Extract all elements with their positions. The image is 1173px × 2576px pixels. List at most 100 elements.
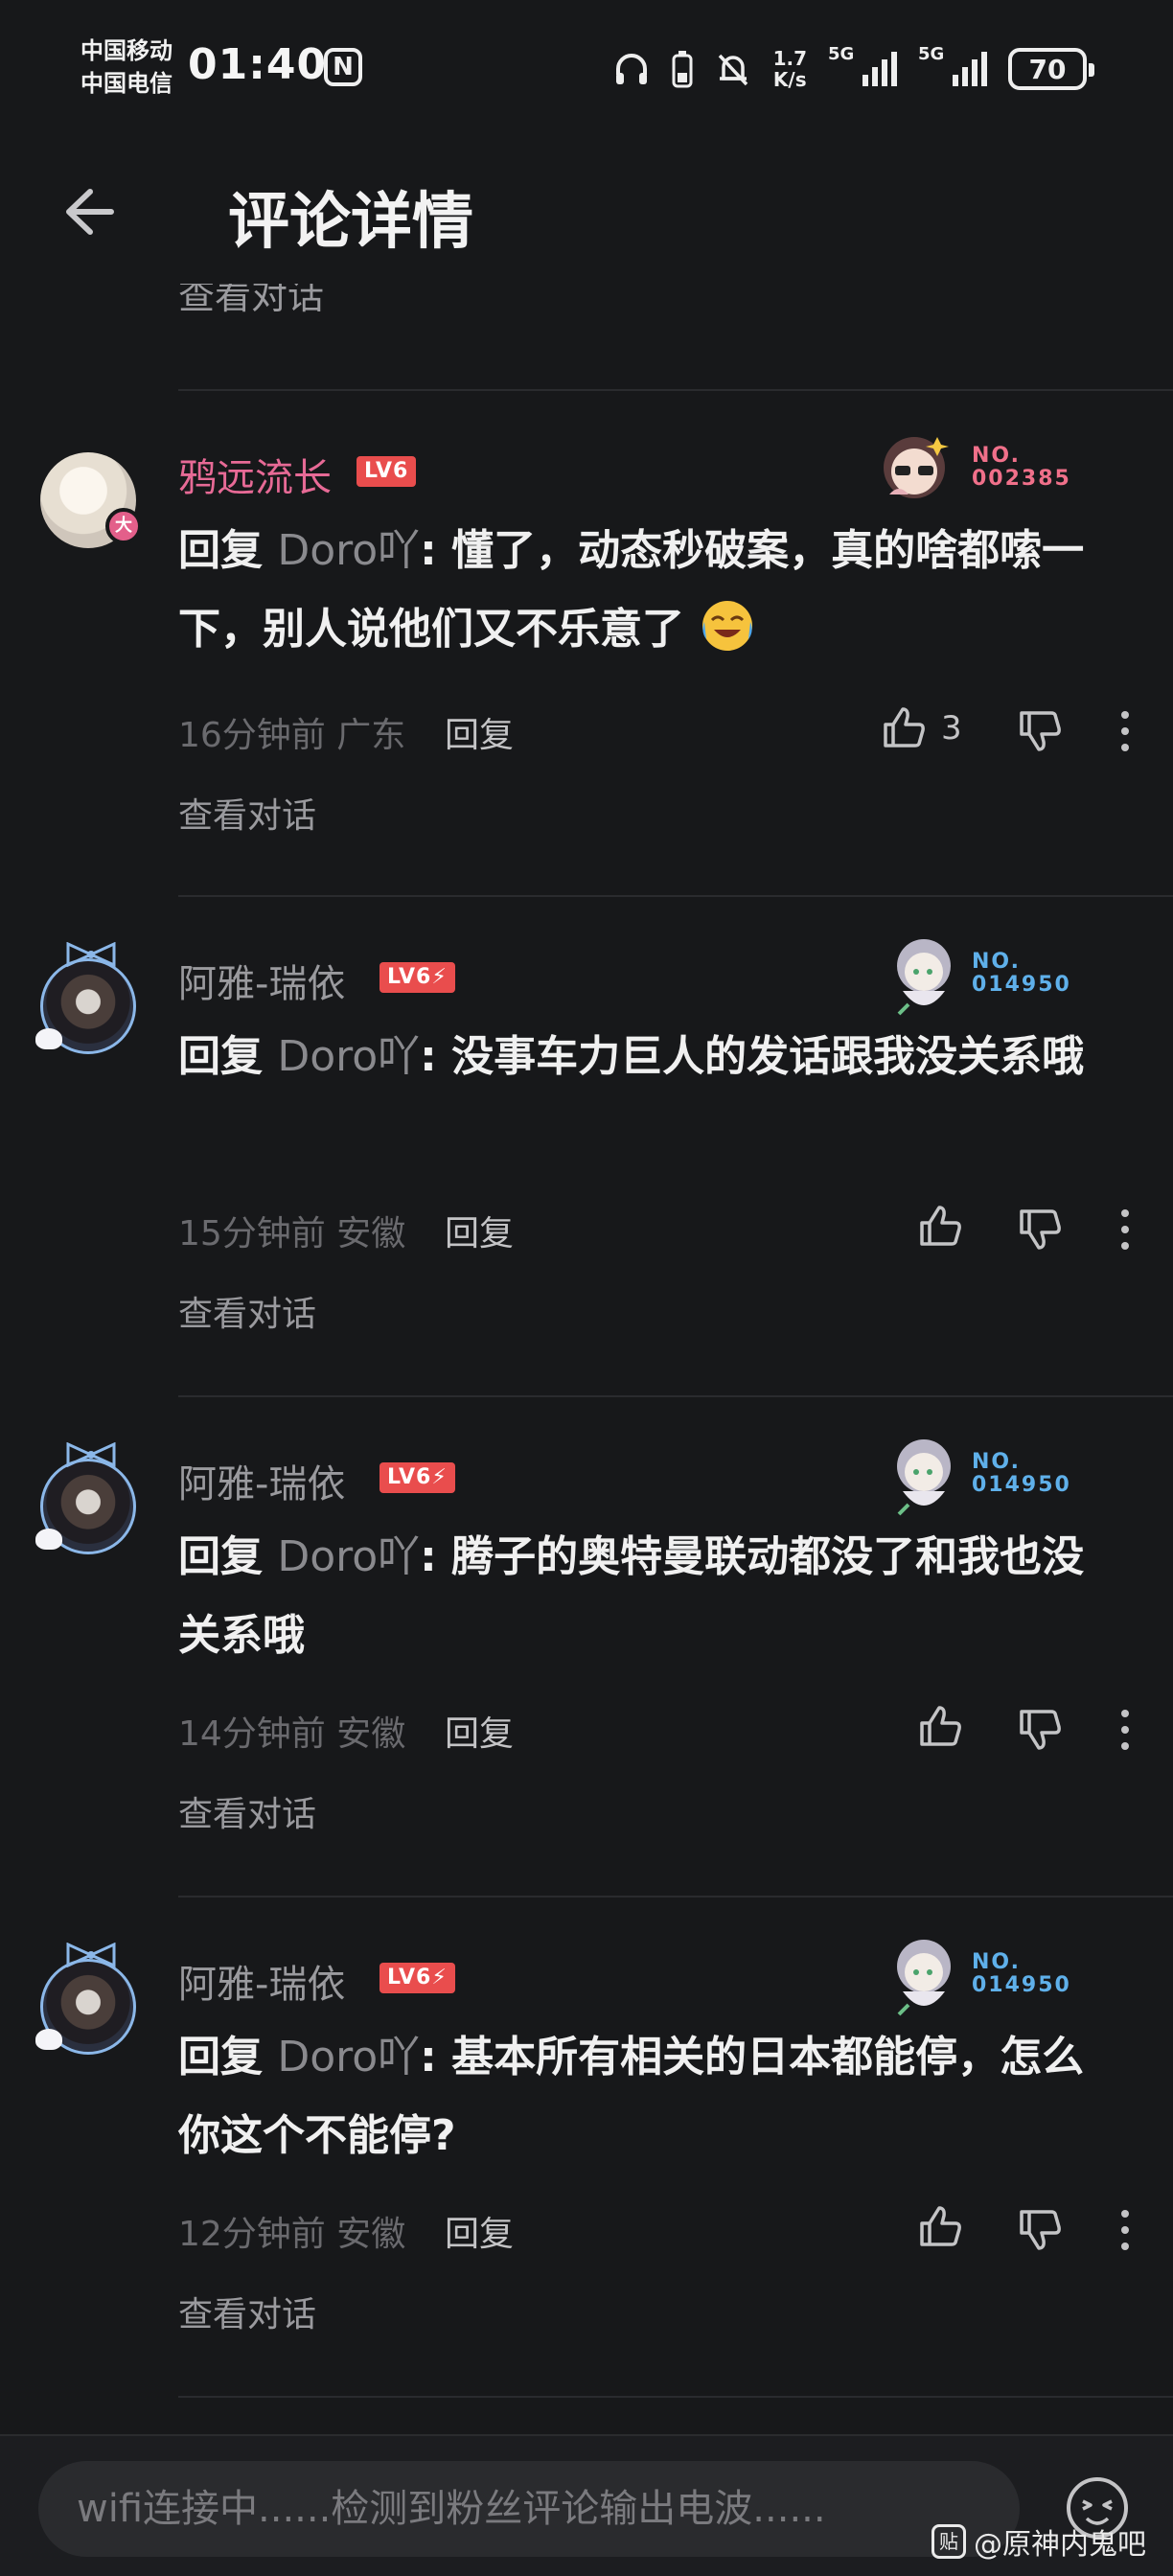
small-battery-icon	[672, 50, 693, 88]
comment-text: 回复 Doro吖: 懂了，动态秒破案，真的啥都嗦一下，别人说他们又不乐意了	[178, 512, 1117, 669]
thumb-down-icon[interactable]	[1016, 707, 1064, 755]
view-conversation-link[interactable]: 查看对话	[178, 1286, 316, 1336]
chibi-avatar-icon	[897, 1940, 951, 2016]
net-speed: 1.7 K/s	[773, 48, 807, 90]
comment-item: 阿雅-瑞依 LV6⚡ NO. 014950 回复 Doro吖: 基本所有相关的日…	[0, 1898, 1173, 2396]
laughing-crying-emoji-icon	[702, 601, 753, 651]
chibi-avatar-icon	[884, 437, 949, 498]
comment-time: 16分钟前	[178, 716, 326, 755]
comment-text: 回复 Doro吖: 基本所有相关的日本都能停，怎么你这个不能停?	[178, 2018, 1117, 2175]
more-icon[interactable]	[1116, 707, 1135, 755]
headphones-icon	[612, 50, 651, 88]
clock: 01:40	[188, 40, 328, 89]
comment-content: : 没事车力巨人的发话跟我没关系哦	[420, 1032, 1085, 1081]
chibi-avatar-icon	[897, 939, 951, 1016]
comment-location: 广东	[336, 716, 406, 755]
signal-label: 5G	[828, 44, 855, 64]
signal-icon: 5G	[918, 44, 987, 86]
reply-button[interactable]: 回复	[445, 707, 514, 757]
thumb-down-icon[interactable]	[1016, 2206, 1064, 2254]
bunny-icon	[35, 1028, 62, 1049]
thumb-down-icon[interactable]	[1016, 1706, 1064, 1754]
avatar[interactable]: 大	[40, 452, 142, 548]
comment-meta: 15分钟前 安徽	[178, 1206, 405, 1255]
watermark-text: @原神内鬼吧	[974, 2528, 1146, 2562]
level-badge: LV6	[356, 456, 417, 487]
thumb-up-icon[interactable]	[880, 703, 928, 751]
page-title: 评论详情	[228, 187, 473, 258]
tieba-logo-icon: 贴	[932, 2524, 966, 2559]
view-conversation-link[interactable]: 查看对话	[178, 1786, 316, 1836]
status-icons: 1.7 K/s 5G 5G 70	[612, 42, 1094, 96]
more-icon[interactable]	[1116, 1206, 1135, 1254]
fan-flair: NO. 014950	[870, 924, 1081, 1020]
comment-meta: 14分钟前 安徽	[178, 1706, 405, 1756]
comment-text: 回复 Doro吖: 没事车力巨人的发话跟我没关系哦	[178, 1018, 1117, 1096]
bell-muted-icon	[714, 50, 752, 88]
comment-location: 安徽	[336, 1714, 406, 1754]
avatar[interactable]	[35, 1943, 136, 2055]
reply-button[interactable]: 回复	[445, 1706, 514, 1756]
thumb-down-icon[interactable]	[1016, 1206, 1064, 1254]
comment-time: 14分钟前	[178, 1714, 326, 1754]
mention-link[interactable]: Doro吖	[277, 2033, 420, 2082]
comment-time: 15分钟前	[178, 1214, 326, 1254]
fan-flair: NO. 014950	[870, 1924, 1081, 2020]
username[interactable]: 阿雅-瑞依	[178, 1453, 345, 1508]
level-badge: LV6⚡	[380, 1462, 455, 1493]
net-speed-unit: K/s	[772, 68, 807, 91]
thumb-up-icon[interactable]	[916, 1202, 964, 1250]
reply-prefix: 回复	[178, 1532, 263, 1581]
carrier-labels: 中国移动 中国电信	[80, 34, 172, 100]
bow-icon	[66, 1943, 116, 1967]
net-speed-value: 1.7	[772, 47, 807, 70]
flair-number: NO. 002385	[972, 444, 1071, 491]
mention-link[interactable]: Doro吖	[277, 1032, 420, 1081]
username[interactable]: 鸦远流长	[178, 447, 332, 502]
watermark: 贴 @原神内鬼吧	[932, 2520, 1146, 2563]
flair-number: NO. 014950	[972, 1950, 1071, 1997]
username[interactable]: 阿雅-瑞依	[178, 953, 345, 1008]
reply-prefix: 回复	[178, 2033, 263, 2082]
thumb-up-icon[interactable]	[916, 1702, 964, 1750]
carrier-1: 中国移动	[80, 37, 172, 64]
reply-prefix: 回复	[178, 1032, 263, 1081]
chibi-avatar-icon	[897, 1439, 951, 1516]
comment-item: 大 鸦远流长 LV6 NO. 002385 回复 Doro吖: 懂了，动态秒破案…	[0, 391, 1173, 895]
comment-location: 安徽	[336, 2215, 406, 2254]
bow-icon	[66, 1442, 116, 1467]
comment-meta: 12分钟前 安徽	[178, 2206, 405, 2256]
avatar[interactable]	[35, 1442, 136, 1554]
view-conversation-link[interactable]: 查看对话	[178, 2287, 316, 2336]
view-conversation-link[interactable]: 查看对话	[178, 788, 316, 838]
mention-link[interactable]: Doro吖	[277, 526, 420, 575]
username[interactable]: 阿雅-瑞依	[178, 1953, 345, 2009]
flair-number: NO. 014950	[972, 1450, 1071, 1497]
thumb-up-icon[interactable]	[916, 2202, 964, 2250]
comment-item: 阿雅-瑞依 LV6⚡ NO. 014950 回复 Doro吖: 腾子的奥特曼联动…	[0, 1397, 1173, 1896]
bunny-icon	[35, 2029, 62, 2050]
mention-link[interactable]: Doro吖	[277, 1532, 420, 1581]
signal-label: 5G	[918, 44, 945, 64]
reply-prefix: 回复	[178, 526, 263, 575]
more-icon[interactable]	[1116, 2206, 1135, 2254]
nfc-icon: N	[324, 48, 362, 86]
comment-input[interactable]: wifi连接中......检测到粉丝评论输出电波......	[38, 2461, 1020, 2557]
flair-number: NO. 014950	[972, 950, 1071, 997]
divider	[178, 2396, 1173, 2398]
reply-button[interactable]: 回复	[445, 2206, 514, 2256]
battery-level: 70	[1028, 53, 1067, 85]
app-header: 评论详情	[0, 144, 1173, 278]
fan-flair: NO. 014950	[870, 1424, 1081, 1520]
signal-icon: 5G	[828, 44, 897, 86]
comment-item: 阿雅-瑞依 LV6⚡ NO. 014950 回复 Doro吖: 没事车力巨人的发…	[0, 897, 1173, 1395]
comment-text: 回复 Doro吖: 腾子的奥特曼联动都没了和我也没关系哦	[178, 1518, 1117, 1675]
view-conversation-link[interactable]: 查看对话	[178, 284, 324, 322]
avatar[interactable]	[35, 942, 136, 1054]
avatar-badge: 大	[105, 508, 142, 544]
arrow-left-icon[interactable]	[54, 178, 121, 245]
comment-location: 安徽	[336, 1214, 406, 1254]
like-count: 3	[941, 709, 962, 748]
reply-button[interactable]: 回复	[445, 1206, 514, 1255]
more-icon[interactable]	[1116, 1706, 1135, 1754]
